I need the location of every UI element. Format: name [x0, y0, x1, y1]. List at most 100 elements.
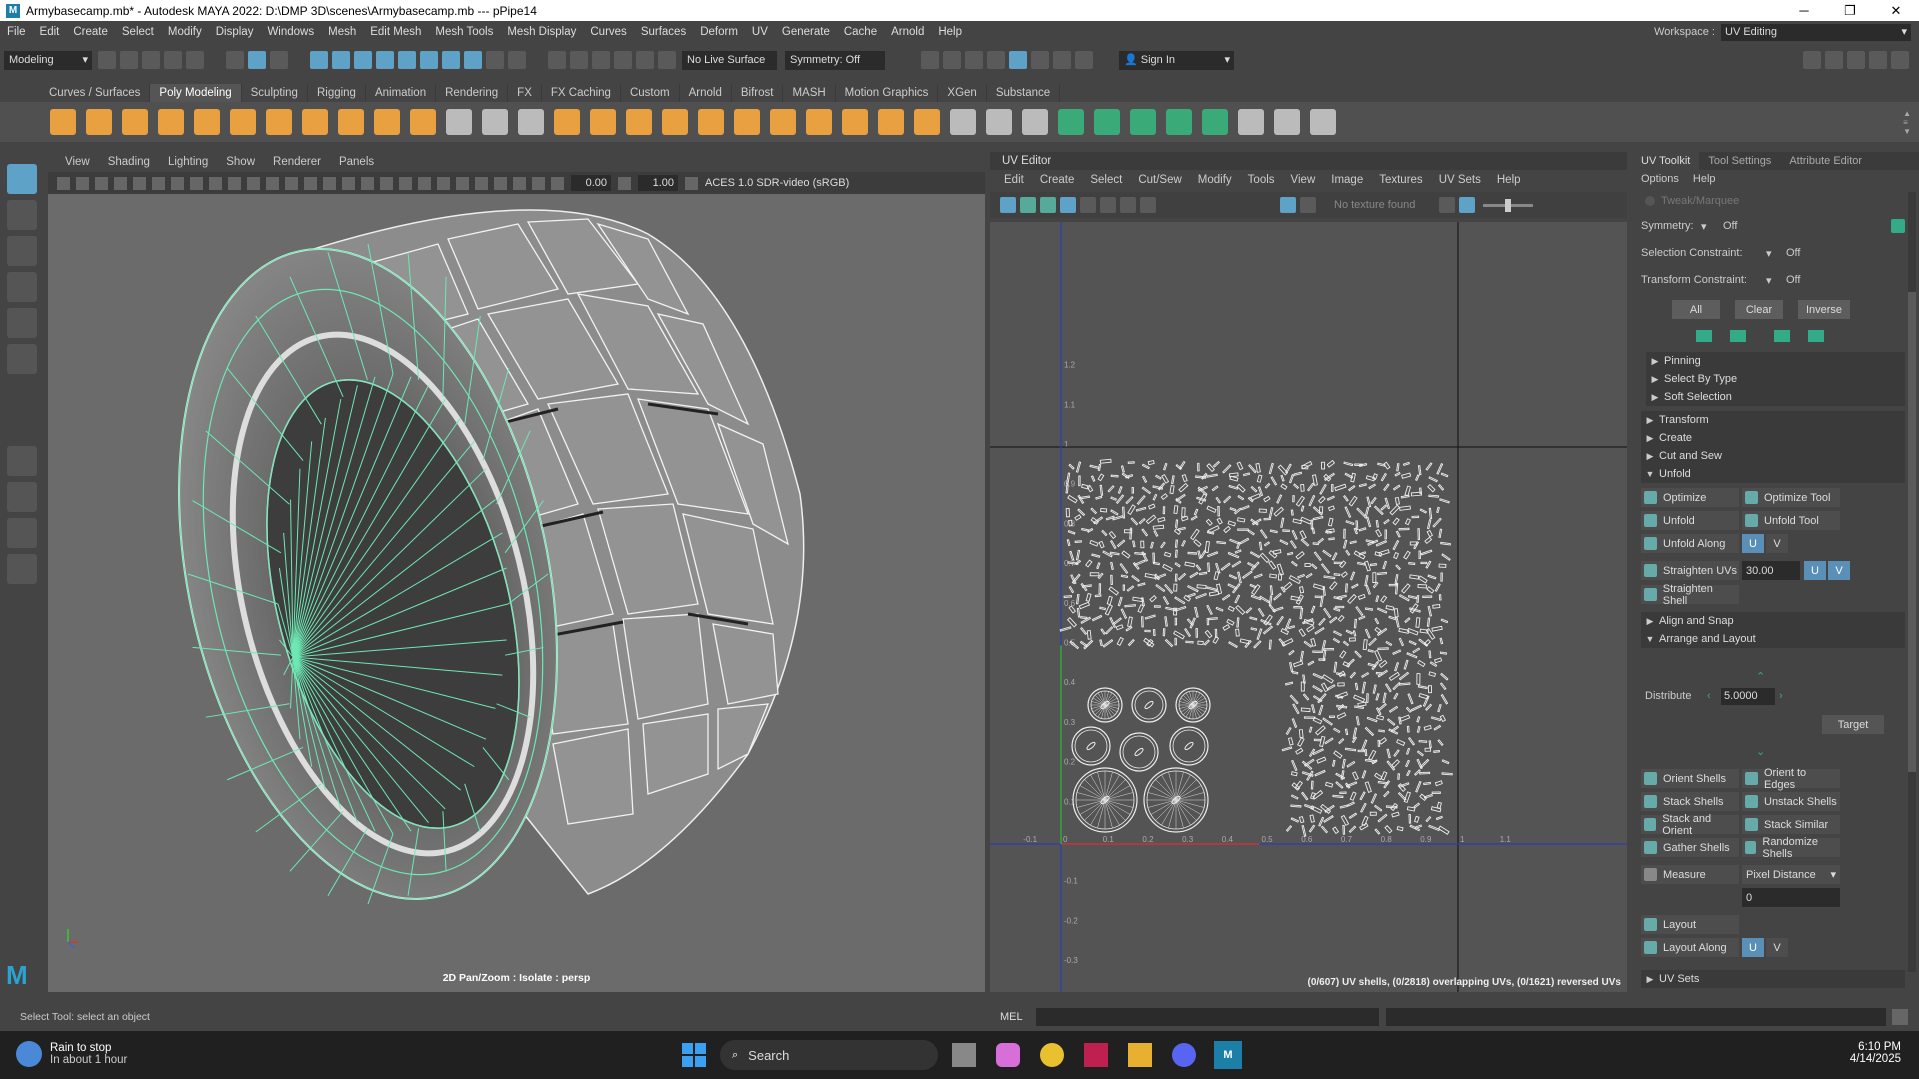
uv-menu-textures[interactable]: Textures — [1371, 174, 1430, 186]
menu-mesh-display[interactable]: Mesh Display — [500, 26, 583, 38]
distribute-target-button[interactable]: Target — [1822, 715, 1884, 734]
uv-menu-tools[interactable]: Tools — [1240, 174, 1283, 186]
menu-surfaces[interactable]: Surfaces — [634, 26, 693, 38]
render-icon[interactable] — [921, 51, 939, 69]
smooth-shade-icon[interactable] — [323, 176, 336, 190]
uv-menu-select[interactable]: Select — [1082, 174, 1130, 186]
distribute-right-icon[interactable]: › — [1779, 690, 1793, 702]
two-view-icon[interactable] — [7, 518, 37, 548]
lasso-tool-icon[interactable] — [7, 200, 37, 230]
gather-shells-button[interactable]: Gather Shells — [1641, 838, 1739, 857]
uv-rgb-icon[interactable] — [1439, 197, 1456, 213]
svg-icon[interactable] — [410, 109, 436, 135]
open-scene-icon[interactable] — [120, 51, 138, 69]
append-icon[interactable] — [914, 109, 940, 135]
uv-layout-view[interactable]: -0.1 0 0.1 0.2 0.3 0.4 0.5 0.6 0.7 0.8 0.9 1 1.1 1.2 1… — [990, 222, 1627, 992]
chevron-down-icon[interactable]: ▾ — [1701, 220, 1723, 233]
symmetry-value[interactable]: Off — [1723, 220, 1737, 232]
shadows-icon[interactable] — [399, 176, 412, 190]
discord-icon[interactable] — [1172, 1043, 1196, 1067]
uv-shell-mode-icon[interactable] — [398, 51, 416, 69]
toolkit-menu-help[interactable]: Help — [1693, 173, 1730, 185]
spherical-uv-icon[interactable] — [1130, 109, 1156, 135]
shelf-tab-motion-graphics[interactable]: Motion Graphics — [836, 84, 939, 102]
unfold-along-v-button[interactable]: V — [1766, 534, 1788, 553]
shelf-tab-rigging[interactable]: Rigging — [308, 84, 366, 102]
redo-icon[interactable] — [186, 51, 204, 69]
menu-generate[interactable]: Generate — [775, 26, 837, 38]
bridge-icon[interactable] — [842, 109, 868, 135]
viewport-persp[interactable]: View Shading Lighting Show Renderer Pane… — [48, 152, 985, 992]
shelf-menu-icon[interactable]: ≡ — [1903, 118, 1911, 127]
tire-model[interactable] — [48, 194, 985, 992]
section-pinning[interactable]: ▶ Pinning — [1646, 352, 1905, 370]
grease-pencil-icon[interactable] — [133, 176, 146, 190]
face-mode-icon[interactable] — [354, 51, 372, 69]
distribute-down-icon[interactable]: ⌄ — [1641, 742, 1905, 760]
poly-torus-icon[interactable] — [194, 109, 220, 135]
uv-distortion-icon[interactable] — [1040, 197, 1056, 213]
vertex-mode-icon[interactable] — [310, 51, 328, 69]
clock[interactable]: 6:10 PM 4/14/2025 — [1850, 1041, 1901, 1065]
exposure-field[interactable]: 0.00 — [571, 175, 611, 191]
platonic-icon[interactable] — [302, 109, 328, 135]
section-unfold[interactable]: ▼ Unfold — [1641, 465, 1905, 483]
ambient-occlusion-icon[interactable] — [418, 176, 431, 190]
film-gate-icon[interactable] — [190, 176, 203, 190]
auto-uv-icon[interactable] — [1166, 109, 1192, 135]
clear-selection-button[interactable]: Clear — [1735, 300, 1783, 319]
symmetry-settings-icon[interactable] — [1891, 219, 1905, 233]
vp-menu-show[interactable]: Show — [217, 156, 264, 168]
reduce-icon[interactable] — [662, 109, 688, 135]
help-mode-icon[interactable] — [464, 51, 482, 69]
menu-display[interactable]: Display — [209, 26, 261, 38]
xray-components-icon[interactable] — [532, 176, 545, 190]
straighten-angle-field[interactable]: 30.00 — [1742, 561, 1800, 580]
edge-loop-icon[interactable] — [986, 109, 1012, 135]
shelf-tab-fx[interactable]: FX — [508, 84, 542, 102]
shelf-tab-substance[interactable]: Substance — [987, 84, 1061, 102]
sculpt-icon[interactable] — [446, 109, 472, 135]
poly-cone-icon[interactable] — [158, 109, 184, 135]
unfold-along-u-button[interactable]: U — [1742, 534, 1764, 553]
convert-to-uv-icon[interactable] — [1808, 330, 1824, 342]
uv-sew-icon[interactable] — [1310, 109, 1336, 135]
uv-shaded-icon[interactable] — [1020, 197, 1036, 213]
mel-input[interactable] — [1036, 1008, 1379, 1026]
mask-icon[interactable] — [442, 51, 460, 69]
maximize-button[interactable]: ❐ — [1827, 3, 1873, 19]
script-editor-icon[interactable] — [1892, 1009, 1908, 1025]
poly-cylinder-icon[interactable] — [122, 109, 148, 135]
text-icon[interactable] — [374, 109, 400, 135]
uv-brightness-slider[interactable] — [1483, 198, 1534, 212]
menu-curves[interactable]: Curves — [583, 26, 633, 38]
distribute-left-icon[interactable]: ‹ — [1707, 690, 1721, 702]
hypershade-icon[interactable] — [987, 51, 1005, 69]
gate-mask-icon[interactable] — [228, 176, 241, 190]
orient-shells-button[interactable]: Orient Shells — [1641, 769, 1739, 788]
section-arrange-and-layout[interactable]: ▼ Arrange and Layout — [1641, 630, 1905, 648]
color-management-icon[interactable] — [685, 176, 698, 190]
wireframe-on-shaded-icon[interactable] — [342, 176, 355, 190]
layout-along-button[interactable]: Layout Along — [1641, 938, 1739, 957]
section-create[interactable]: ▶ Create — [1641, 429, 1905, 447]
image-plane-icon[interactable] — [114, 176, 127, 190]
tab-uv-toolkit[interactable]: UV Toolkit — [1632, 152, 1700, 170]
safe-action-icon[interactable] — [266, 176, 279, 190]
convert-to-edge-icon[interactable] — [1730, 330, 1746, 342]
invert-selection-button[interactable]: Inverse — [1798, 300, 1850, 319]
extract-icon[interactable] — [554, 109, 580, 135]
uv-alpha-icon[interactable] — [1459, 197, 1476, 213]
field-chart-icon[interactable] — [247, 176, 260, 190]
select-all-button[interactable]: All — [1672, 300, 1720, 319]
select-hierarchy-icon[interactable] — [226, 51, 244, 69]
menu-mesh-tools[interactable]: Mesh Tools — [428, 26, 500, 38]
uv-texture-border-icon[interactable] — [1120, 197, 1136, 213]
measure-mode-dropdown[interactable]: Pixel Distance ▾ — [1742, 865, 1840, 884]
shelf-tab-bifrost[interactable]: Bifrost — [732, 84, 784, 102]
layout-button[interactable]: Layout — [1641, 915, 1739, 934]
taskbar-search[interactable]: ⌕ Search — [720, 1040, 938, 1070]
optimize-tool-button[interactable]: Optimize Tool — [1742, 488, 1840, 507]
channel-box-icon[interactable] — [1869, 51, 1887, 69]
super-shape-icon[interactable] — [338, 109, 364, 135]
